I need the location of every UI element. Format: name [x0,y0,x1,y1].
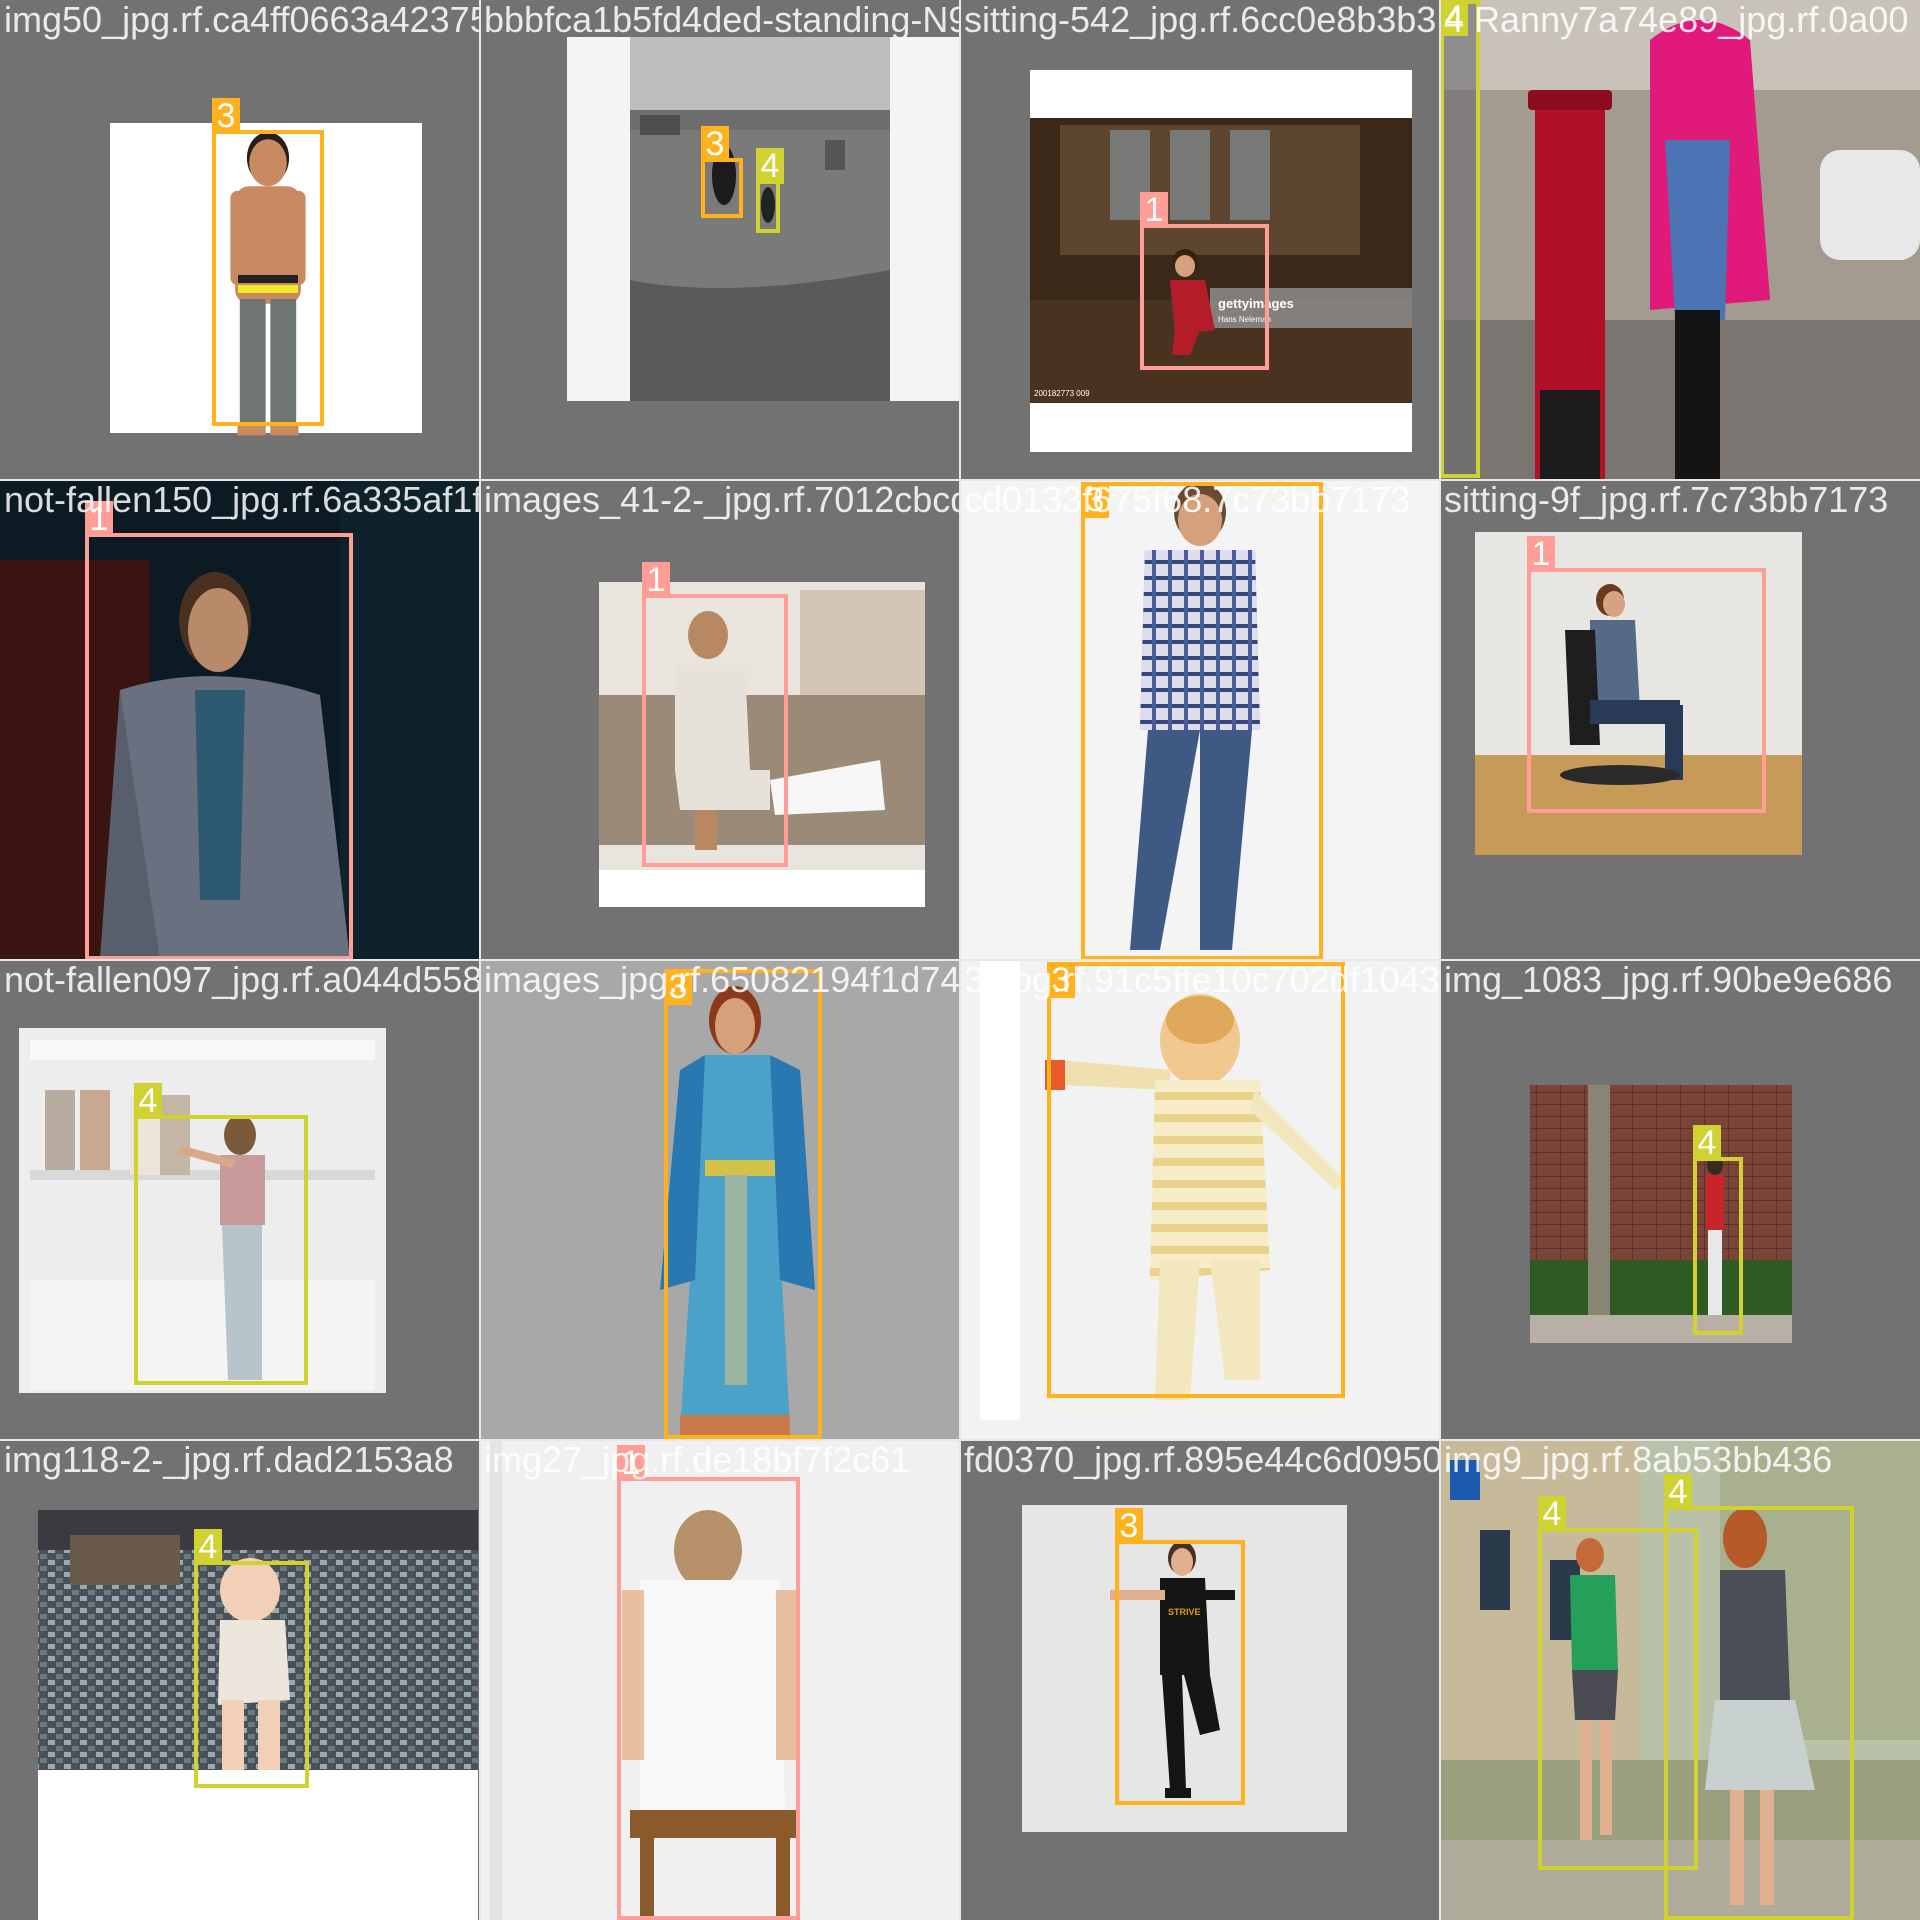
scene-street-woman-pink-coat-postbox [1440,0,1920,480]
tile-r4c2: img27_jpg.rf.de18bf7f2c61 1 [480,1440,960,1920]
bounding-box-class-3: 3 [1081,482,1323,960]
tile-r1c2: bbbfca1b5fd4ded-standing-N9U_sitting-5_j… [480,0,960,480]
bounding-box-label: 1 [617,1445,645,1481]
tile-separator-vertical [1439,0,1441,1920]
bounding-box-class-4: 4 [1664,1474,1854,1920]
scene-walker-brick-wall-park [1530,1085,1792,1343]
detection-mosaic: img50_jpg.rf.ca4ff0663a4237590e9d1057426… [0,0,1920,1920]
bounding-box-label: 4 [1693,1125,1721,1161]
tile-separator-horizontal [0,959,1920,961]
bounding-box-label: 4 [1538,1496,1566,1532]
tile-r3c4: img_1083_jpg.rf.90be9e686 4 [1440,960,1920,1440]
bounding-box-label: 3 [212,98,240,134]
bounding-box-class-1: 1 [617,1445,800,1920]
tile-r1c1: img50_jpg.rf.ca4ff0663a4237590e9d1057426… [0,0,480,480]
bounding-box-label: 3 [1047,962,1075,998]
svg-text:200182773 009: 200182773 009 [1034,389,1090,398]
tile-r4c1: img118-2-_jpg.rf.dad2153a8 4 [0,1440,480,1920]
scene-grayscale-beach-two-people [567,37,960,401]
bounding-box-class-1: 1 [1140,192,1269,370]
bounding-box-label: 3 [701,126,729,162]
tile-r3c2: images_jpg.rf.65082194f1d7425 3 [480,960,960,1440]
bounding-box-class-4: 4 [194,1529,309,1788]
bounding-box-class-1: 1 [642,562,788,867]
tile-r2c1: not-fallen150_jpg.rf.6a335af1f67d541121 [0,480,480,960]
tile-r3c3: 3_jpg.rf.91c5ffe10c702df1043 3 [960,960,1440,1440]
bounding-box-class-3: 3 [1047,962,1345,1398]
tile-r2c2: images_41-2-_jpg.rf.7012cbcd129136d181ed… [480,480,960,960]
bounding-box-class-3: 3 [664,969,822,1439]
bounding-box-class-1: 1 [85,501,353,960]
tile-r1c3: gettyimages Hans Neleman 200182773 009 s… [960,0,1440,480]
tile-r4c3: STRIVE fd0370_jpg.rf.895e44c6d0950a 3 [960,1440,1440,1920]
tile-r2c4: sitting-9f_jpg.rf.7c73bb7173 1 [1440,480,1920,960]
tile-r2c3: cd0133f675f68.7c73bb7173 3 [960,480,1440,960]
bounding-box-label: 1 [642,562,670,598]
bounding-box-class-1: 1 [1527,536,1766,813]
bounding-box-label: 4 [134,1083,162,1119]
bounding-box-label: 1 [1527,536,1555,572]
bounding-box-label: 3 [1115,1508,1143,1544]
bounding-box-class-4: 4 [1440,0,1480,478]
bounding-box-class-4: 4 [1693,1125,1743,1335]
bounding-box-label: 1 [1140,192,1168,228]
bounding-box-label: 1 [85,501,113,537]
bounding-box-label: 4 [1440,0,1468,36]
tile-r3c1: not-fallen097_jpg.rf.a044d558c332d8ef398… [0,960,480,1440]
bounding-box-class-3: 3 [701,126,743,218]
tile-r4c4: img9_jpg.rf.8ab53bb436 4 4 [1440,1440,1920,1920]
bounding-box-label: 3 [664,969,692,1005]
bounding-box-label: 4 [1664,1474,1692,1510]
bounding-box-label: 4 [194,1529,222,1565]
bounding-box-label: 3 [1081,482,1109,518]
tile-separator-horizontal [0,1439,1920,1441]
tile-r1c4: 4 Ranny7a74e89_jpg.rf.0a00 4 [1440,0,1920,480]
bounding-box-label: 4 [756,148,784,184]
bounding-box-class-4: 4 [756,148,784,233]
bounding-box-class-3: 3 [212,98,324,426]
bounding-box-class-3: 3 [1115,1508,1245,1805]
bounding-box-class-4: 4 [134,1083,308,1385]
